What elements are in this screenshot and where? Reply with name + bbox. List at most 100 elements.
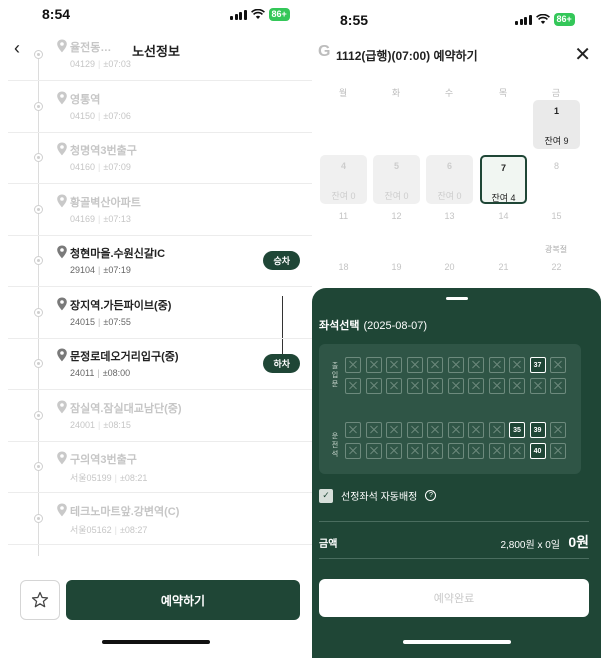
calendar-day: 12	[373, 205, 420, 254]
calendar-day[interactable]: 1 잔여 9	[533, 100, 580, 149]
map-pin-icon	[56, 194, 68, 208]
seat-unavailable	[427, 443, 443, 459]
auto-assign-row[interactable]: ✓ 선정좌석 자동배정 ?	[319, 488, 437, 503]
help-icon[interactable]: ?	[425, 490, 437, 501]
stop-time: ±07:06	[103, 110, 131, 121]
stop-name: 청명역3번출구	[70, 145, 137, 157]
confirm-button[interactable]: 예약완료	[319, 579, 589, 617]
seat-open[interactable]: 37	[529, 357, 546, 373]
stop-meta: 24001 | ±08:15	[70, 419, 131, 430]
stop-row[interactable]: 청명역3번출구 04160 | ±07:09	[8, 133, 312, 184]
stop-dot	[34, 256, 43, 265]
stop-row[interactable]: 황골벽산아파트 04169 | ±07:13	[8, 185, 312, 236]
seat-unavailable	[427, 378, 443, 394]
auto-assign-checkbox[interactable]: ✓	[319, 488, 333, 503]
seat-open[interactable]: 40	[529, 443, 546, 459]
divider	[319, 521, 589, 522]
stop-code: 04169	[70, 213, 96, 224]
stop-dot	[34, 101, 43, 111]
map-pin-icon	[56, 348, 68, 362]
seat-unavailable	[550, 378, 566, 394]
day-number: 22	[551, 262, 562, 272]
favorite-button[interactable]	[20, 580, 60, 620]
stop-meta: 04150 | ±07:06	[70, 110, 131, 121]
day-number: 18	[338, 262, 349, 272]
day-number: 7	[500, 163, 506, 173]
seat-unavailable	[509, 378, 525, 394]
seat-unavailable	[488, 422, 505, 438]
map-pin-icon	[56, 39, 68, 53]
calendar-day: 4 잔여 0	[320, 155, 367, 204]
holiday-label: 광복절	[545, 245, 568, 254]
seat-unavailable	[406, 422, 423, 438]
seats-left: 잔여 0	[437, 191, 462, 201]
stop-name: 황골벽산아파트	[70, 196, 141, 209]
stop-row[interactable]: 장지역.가든파이브(중) 24015 | ±07:55	[8, 288, 312, 339]
stop-row[interactable]: 테크노마트앞.강변역(C) 서울05162 | ±08:27	[8, 494, 312, 545]
seat-unavailable	[468, 422, 484, 438]
stop-meta: 서울05199 | ±08:21	[70, 473, 148, 483]
stop-dot	[34, 153, 43, 162]
stop-row[interactable]: 율전동… 04129 | ±07:03	[8, 30, 312, 81]
sheet-grabber[interactable]	[445, 297, 468, 300]
home-indicator	[102, 640, 210, 644]
stop-time: ±08:27	[119, 524, 148, 535]
seat-unavailable	[406, 443, 423, 459]
stop-row[interactable]: 청현마을.수원신갈IC 29104 | ±07:19 승차	[8, 236, 312, 287]
stop-dot	[34, 204, 43, 214]
seat-unavailable	[550, 422, 566, 438]
seat-unavailable	[365, 378, 382, 394]
stop-name: 테크노마트앞.강변역(C)	[70, 505, 180, 518]
seat-unavailable	[427, 422, 443, 438]
day-number: 13	[444, 211, 455, 221]
weekday-label: 월	[338, 88, 348, 98]
seat-unavailable	[468, 357, 484, 373]
stop-code: 서울05162	[70, 524, 112, 535]
status-icons: 86+	[515, 13, 575, 26]
seat-unavailable	[550, 443, 566, 459]
seat-unavailable	[447, 443, 464, 459]
amount-label: 금액	[319, 539, 338, 550]
seat-unavailable	[509, 443, 525, 459]
seat-unavailable	[509, 357, 525, 373]
seat-open[interactable]: 35	[509, 422, 525, 438]
seat-unavailable	[365, 422, 382, 438]
home-indicator	[402, 640, 511, 644]
status-time: 8:55	[340, 12, 369, 28]
reservation-screen: 8:55 86+ G 1112(급행)(07:00) 예약하기 ✕ 월 화 수 목 금 1…	[312, 0, 601, 658]
seat-unavailable	[345, 357, 361, 373]
day-number: 1	[553, 106, 559, 116]
stop-row[interactable]: 영통역 04150 | ±07:06	[8, 82, 312, 133]
calendar-day[interactable]: 7 잔여 4	[480, 155, 527, 204]
stop-name: 청현마을.수원신갈IC	[70, 248, 166, 260]
battery-icon: 86+	[553, 13, 575, 26]
stop-code: 24001	[70, 419, 96, 430]
stop-row[interactable]: 문정로데오거리입구(중) 24011 | ±08:00 하차	[8, 339, 312, 390]
stop-name: 영통역	[70, 93, 101, 106]
seat-unavailable	[365, 357, 382, 373]
stop-list: 율전동… 04129 | ±07:03 영통역 04150 | ±07:06 청명역3번출구 04…	[8, 39, 312, 556]
seats-left: 잔여 0	[331, 191, 356, 201]
close-icon[interactable]: ✕	[574, 42, 591, 67]
seat-open[interactable]: 39	[529, 422, 546, 438]
stop-row[interactable]: 구의역3번출구 서울05199 | ±08:21	[8, 442, 312, 493]
seat-unavailable	[386, 443, 402, 459]
map-pin-icon	[56, 297, 68, 311]
seat-unavailable	[386, 378, 402, 394]
day-number: 11	[338, 211, 349, 221]
seat-unavailable	[529, 378, 546, 394]
stop-dot	[34, 462, 43, 471]
seat-map: 출입문 운전석 37 35 39 40	[319, 344, 581, 474]
seat-unavailable	[447, 378, 464, 394]
route-info-screen: 8:54 86+ ‹ 노선정보 율전동… 04129 | ±07:03 영통역 04150…	[0, 0, 312, 658]
stop-meta: 24015 | ±07:55	[70, 316, 131, 327]
day-number: 4	[340, 161, 346, 171]
stop-row[interactable]: 잠실역.잠실대교남단(중) 24001 | ±08:15	[8, 391, 312, 442]
signal-icon	[230, 9, 247, 20]
stop-tag[interactable]: 승차	[263, 251, 300, 270]
stop-meta: 29104 | ±07:19	[70, 265, 131, 275]
stop-time: ±07:13	[103, 213, 131, 224]
stop-time: ±07:09	[103, 162, 131, 172]
reserve-button[interactable]: 예약하기	[66, 580, 300, 620]
stop-tag[interactable]: 하차	[263, 354, 300, 373]
